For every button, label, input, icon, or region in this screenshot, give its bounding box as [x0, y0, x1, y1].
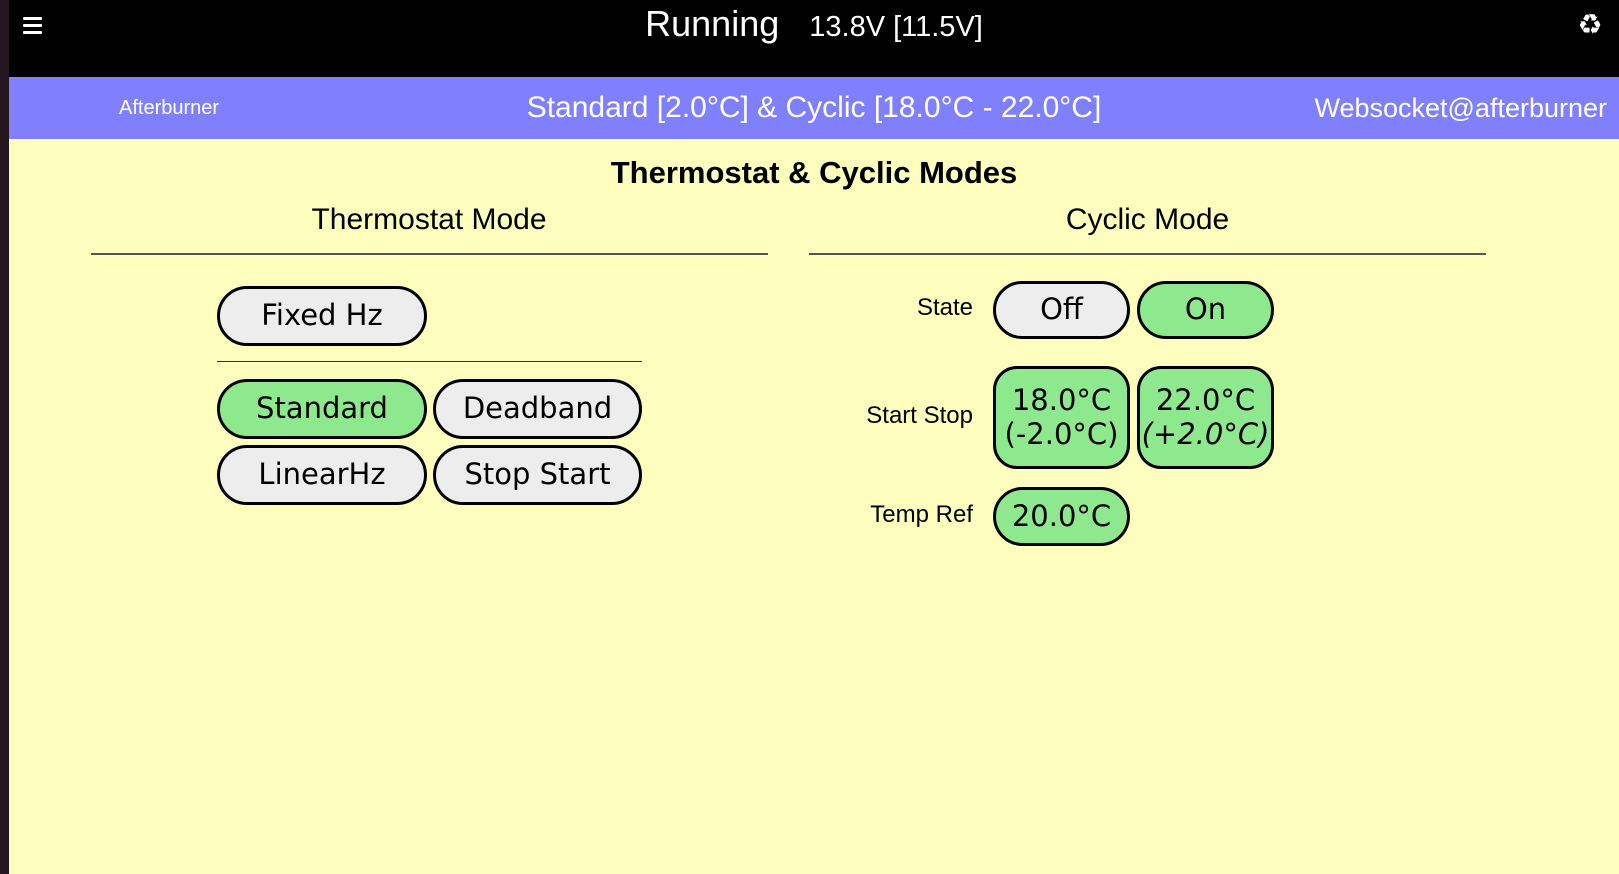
thermostat-subdivider [217, 361, 642, 362]
temp-ref-button[interactable]: 20.0°C [993, 487, 1130, 546]
voltage-readout: 13.8V [11.5V] [809, 11, 983, 43]
info-bar: Afterburner Standard [2.0°C] & Cyclic [1… [9, 77, 1619, 139]
thermostat-section-title: Thermostat Mode [311, 203, 547, 236]
stop-temp-value: 22.0°C [1155, 383, 1256, 418]
recycle-icon[interactable]: ♻ [1575, 10, 1605, 40]
start-stop-label: Start Stop [866, 402, 973, 429]
stop-temp-delta: (+2.0°C) [1141, 416, 1270, 451]
stop-start-mode-button[interactable]: Stop Start [433, 445, 642, 505]
state-label: State [916, 294, 973, 321]
start-temp-button[interactable]: 18.0°C (-2.0°C) [993, 366, 1130, 469]
cyclic-on-button[interactable]: On [1137, 281, 1274, 339]
start-temp-value: 18.0°C [1011, 383, 1112, 418]
linearhz-mode-button[interactable]: LinearHz [217, 445, 427, 505]
start-temp-delta: (-2.0°C) [1004, 416, 1119, 451]
status-bar: Running 13.8V [11.5V] ♻ [9, 0, 1619, 77]
cyclic-section-title: Cyclic Mode [1065, 203, 1230, 236]
standard-mode-button[interactable]: Standard [217, 379, 427, 439]
page-title: Thermostat & Cyclic Modes [610, 155, 1018, 190]
app-window: Running 13.8V [11.5V] ♻ Afterburner Stand… [9, 0, 1619, 874]
run-state-text: Running [645, 3, 780, 44]
cyclic-off-button[interactable]: Off [993, 281, 1130, 339]
stop-temp-button[interactable]: 22.0°C (+2.0°C) [1137, 366, 1274, 469]
thermostat-divider [91, 253, 768, 255]
temp-ref-label: Temp Ref [870, 501, 973, 528]
fixed-hz-button[interactable]: Fixed Hz [217, 286, 427, 346]
run-status: Running 13.8V [11.5V] [9, 2, 1619, 49]
connection-status: Websocket@afterburner [1314, 93, 1607, 123]
cyclic-divider [809, 253, 1486, 255]
deadband-mode-button[interactable]: Deadband [433, 379, 642, 439]
